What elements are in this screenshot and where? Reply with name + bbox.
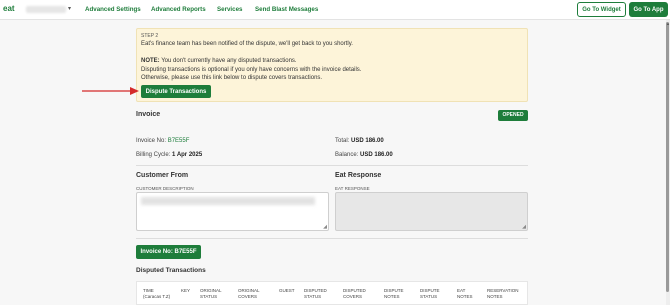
invoice-total: Total: USD 186.00 xyxy=(335,138,384,144)
col-original-covers[interactable]: ORIGINAL COVERS xyxy=(238,288,260,299)
dispute-notice: STEP 2 Eat's finance team has been notif… xyxy=(136,28,528,102)
billing-cycle: Billing Cycle: 1 Apr 2025 xyxy=(136,152,202,158)
customer-description-label: CUSTOMER DESCRIPTION xyxy=(136,186,194,191)
invoice-no-label: Invoice No: xyxy=(136,138,167,144)
step-label: STEP 2 xyxy=(141,33,159,39)
go-to-widget-button[interactable]: Go To Widget xyxy=(577,2,626,17)
dispute-transactions-button[interactable]: Dispute Transactions xyxy=(141,85,211,98)
resize-handle-icon: ◢ xyxy=(522,224,526,230)
disputed-transactions-title: Disputed Transactions xyxy=(136,267,206,274)
note-text: You don't currently have any disputed tr… xyxy=(161,58,297,64)
eat-response-field: ◢ xyxy=(335,192,528,231)
invoice-number-button[interactable]: Invoice No: B7E55F xyxy=(136,245,201,259)
top-navbar: eat ▾ Advanced Settings Advanced Reports… xyxy=(0,0,670,20)
restaurant-name-redacted[interactable] xyxy=(26,6,66,13)
scroll-up-icon[interactable]: ▲ xyxy=(666,21,670,26)
disputed-transactions-table: TIME (Caracas T.Z) KEY ORIGINAL STATUS O… xyxy=(136,281,528,305)
notice-line-4: Otherwise, please use this link below to… xyxy=(141,75,323,81)
red-arrow-annotation xyxy=(82,87,139,95)
resize-handle-icon[interactable]: ◢ xyxy=(323,224,327,230)
invoice-no-value: B7E55F xyxy=(167,138,190,144)
col-guest[interactable]: GUEST xyxy=(279,288,295,294)
total-label: Total: xyxy=(335,138,350,144)
col-disputed-covers[interactable]: DISPUTED COVERS xyxy=(343,288,366,299)
eat-response-title: Eat Response xyxy=(335,172,382,179)
notice-line-1: Eat's finance team has been notified of … xyxy=(141,41,353,47)
col-eat-notes[interactable]: EAT NOTES xyxy=(457,288,473,299)
total-value: USD 186.00 xyxy=(351,138,384,144)
nav-advanced-settings[interactable]: Advanced Settings xyxy=(85,6,141,13)
col-disputed-status[interactable]: DISPUTED STATUS xyxy=(304,288,327,299)
notice-note: NOTE: You don't currently have any dispu… xyxy=(141,58,297,64)
nav-send-blast-messages[interactable]: Send Blast Messages xyxy=(255,6,318,13)
col-reservation-notes[interactable]: RESERVATION NOTES xyxy=(487,288,519,299)
col-dispute-notes[interactable]: DISPUTE NOTES xyxy=(384,288,404,299)
col-key[interactable]: KEY xyxy=(181,288,190,294)
description-redacted xyxy=(141,197,315,205)
invoice-number: Invoice No: B7E55F xyxy=(136,138,189,144)
notice-line-3: Disputing transactions is optional if yo… xyxy=(141,67,362,73)
divider xyxy=(136,165,528,166)
col-time[interactable]: TIME (Caracas T.Z) xyxy=(143,288,170,299)
balance-label: Balance: xyxy=(335,152,359,158)
page-scrollbar[interactable] xyxy=(666,20,670,305)
invoice-title: Invoice xyxy=(136,111,161,118)
chevron-down-icon[interactable]: ▾ xyxy=(68,5,71,12)
billing-label: Billing Cycle: xyxy=(136,152,171,158)
nav-services[interactable]: Services xyxy=(217,6,242,13)
balance-value: USD 186.00 xyxy=(360,152,393,158)
status-badge: OPENED xyxy=(498,110,528,121)
eat-logo[interactable]: eat xyxy=(3,4,15,13)
note-label: NOTE: xyxy=(141,58,160,64)
customer-from-title: Customer From xyxy=(136,172,189,179)
eat-response-label: EAT RESPONSE xyxy=(335,186,370,191)
col-original-status[interactable]: ORIGINAL STATUS xyxy=(200,288,222,299)
scrollbar-thumb[interactable] xyxy=(666,22,669,292)
billing-value: 1 Apr 2025 xyxy=(172,152,203,158)
invoice-balance: Balance: USD 186.00 xyxy=(335,152,393,158)
divider xyxy=(136,238,528,239)
go-to-app-button[interactable]: Go To App xyxy=(629,2,668,17)
customer-description-field[interactable]: ◢ xyxy=(136,192,329,231)
nav-advanced-reports[interactable]: Advanced Reports xyxy=(151,6,206,13)
col-dispute-status[interactable]: DISPUTE STATUS xyxy=(420,288,440,299)
